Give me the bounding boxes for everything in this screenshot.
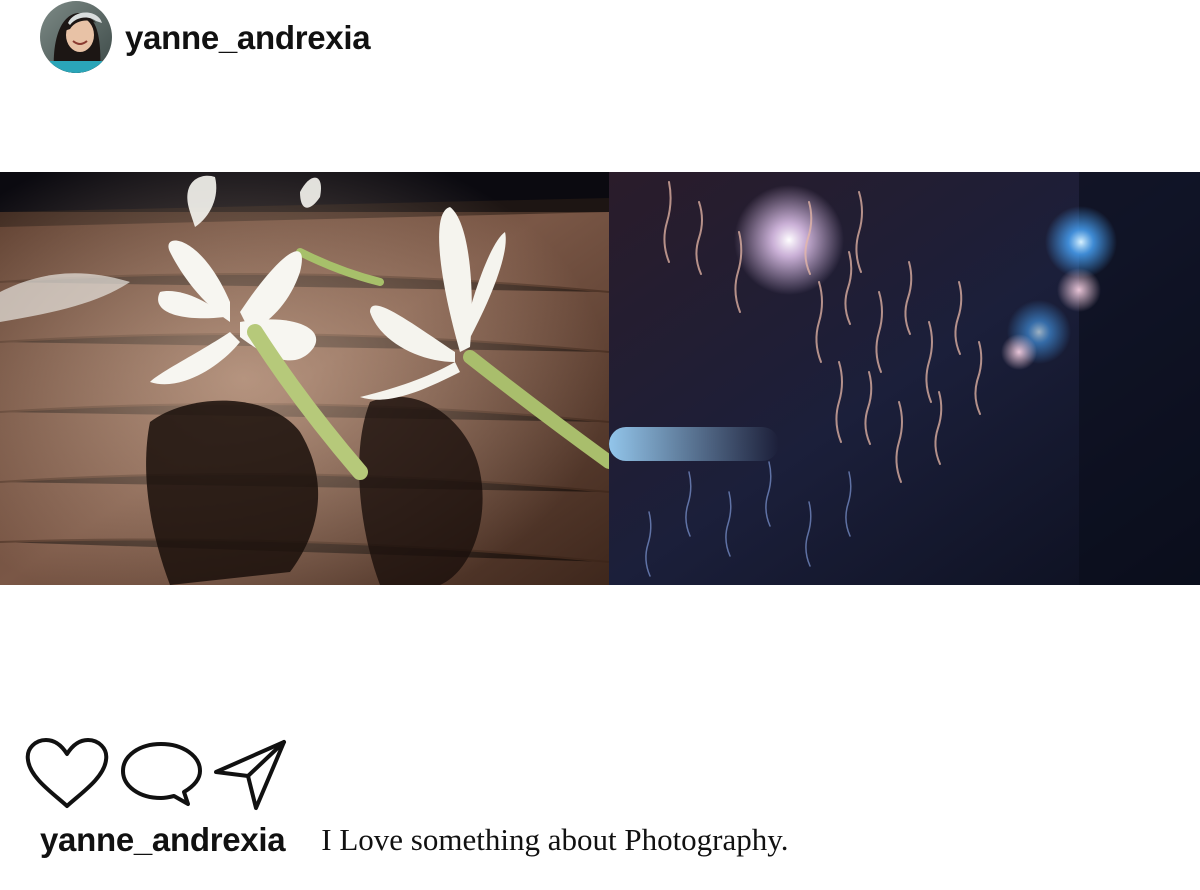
header-username[interactable]: yanne_andrexia xyxy=(125,19,371,57)
post-header: yanne_andrexia xyxy=(40,0,371,74)
share-button[interactable] xyxy=(212,736,288,812)
caption-text: I Love something about Photography. xyxy=(321,822,789,857)
rain-lights-photo[interactable] xyxy=(609,172,1200,585)
comment-icon xyxy=(121,742,202,806)
like-button[interactable] xyxy=(24,736,110,812)
avatar[interactable] xyxy=(40,1,112,73)
share-paper-plane-icon xyxy=(214,740,286,810)
caption-username[interactable]: yanne_andrexia xyxy=(40,821,286,859)
post-photos xyxy=(0,172,1200,585)
flowers-photo[interactable] xyxy=(0,172,609,585)
comment-button[interactable] xyxy=(118,736,204,812)
post-actions xyxy=(24,734,288,814)
heart-icon xyxy=(25,738,109,808)
post-caption: yanne_andrexia I Love something about Ph… xyxy=(40,818,789,862)
